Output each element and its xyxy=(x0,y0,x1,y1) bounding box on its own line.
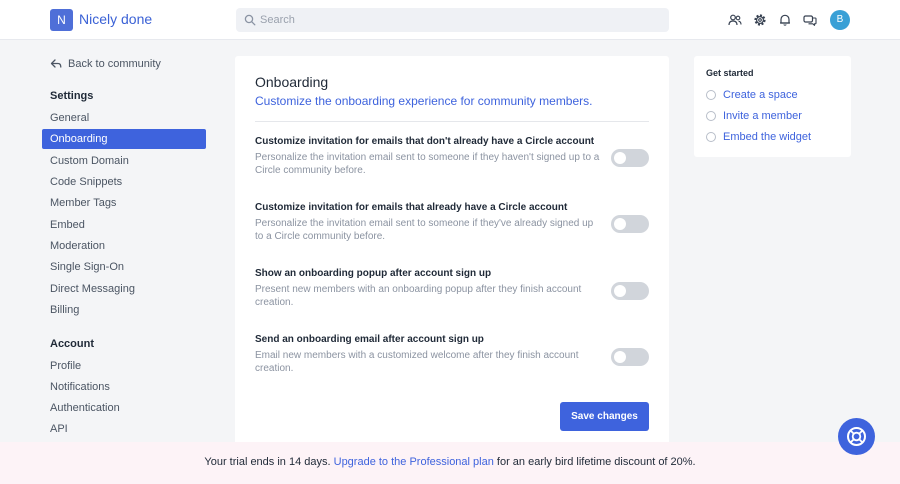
sidebar-item-moderation[interactable]: Moderation xyxy=(42,236,206,256)
onboarding-settings-card: Onboarding Customize the onboarding expe… xyxy=(235,56,669,448)
toggle-knob xyxy=(614,285,626,297)
setting-description: Personalize the invitation email sent to… xyxy=(255,152,600,176)
page-title: Onboarding xyxy=(255,74,329,90)
back-link-label: Back to community xyxy=(68,58,161,70)
checklist-circle-icon xyxy=(706,111,716,121)
sidebar-item-api[interactable]: API xyxy=(42,419,206,439)
trial-discount-text: for an early bird lifetime discount of 2… xyxy=(496,456,696,468)
bell-icon[interactable] xyxy=(778,13,792,27)
settings-heading: Settings xyxy=(50,90,94,102)
chat-icon[interactable] xyxy=(803,13,817,27)
page-subtitle: Customize the onboarding experience for … xyxy=(255,94,593,108)
setting-title: Customize invitation for emails that alr… xyxy=(255,202,568,213)
toggle-onboarding-email[interactable] xyxy=(611,348,649,366)
checklist-circle-icon xyxy=(706,90,716,100)
setting-description: Present new members with an onboarding p… xyxy=(255,284,582,308)
sidebar-item-single-sign-on[interactable]: Single Sign-On xyxy=(42,257,206,277)
sidebar-item-notifications[interactable]: Notifications xyxy=(42,377,206,397)
toggle-knob xyxy=(614,152,626,164)
sidebar-item-billing[interactable]: Billing xyxy=(42,300,206,320)
members-icon[interactable] xyxy=(728,13,742,27)
get-started-create-space[interactable]: Create a space xyxy=(706,89,798,101)
community-name[interactable]: Nicely done xyxy=(79,11,152,27)
trial-text: Your trial ends in 14 days. xyxy=(204,456,331,468)
back-to-community-link[interactable]: Back to community xyxy=(50,58,161,70)
get-started-invite-member[interactable]: Invite a member xyxy=(706,110,802,122)
get-started-embed-widget[interactable]: Embed the widget xyxy=(706,131,811,143)
sidebar-item-custom-domain[interactable]: Custom Domain xyxy=(42,151,206,171)
search-bar[interactable] xyxy=(236,8,669,32)
get-started-title: Get started xyxy=(706,68,754,78)
save-button[interactable]: Save changes xyxy=(560,402,649,431)
sidebar-item-authentication[interactable]: Authentication xyxy=(42,398,206,418)
sidebar-item-onboarding[interactable]: Onboarding xyxy=(42,129,206,149)
sidebar-item-profile[interactable]: Profile xyxy=(42,356,206,376)
sidebar-item-code-snippets[interactable]: Code Snippets xyxy=(42,172,206,192)
sidebar-item-embed[interactable]: Embed xyxy=(42,215,206,235)
back-arrow-icon xyxy=(50,59,62,68)
get-started-item-label: Create a space xyxy=(723,89,798,101)
sidebar-item-direct-messaging[interactable]: Direct Messaging xyxy=(42,279,206,299)
toggle-onboarding-popup[interactable] xyxy=(611,282,649,300)
setting-row: Customize invitation for emails that alr… xyxy=(255,201,600,243)
trial-banner: Your trial ends in 14 days. Upgrade to t… xyxy=(0,442,900,484)
search-icon xyxy=(244,14,256,26)
toggle-knob xyxy=(614,218,626,230)
gear-icon[interactable] xyxy=(753,13,767,27)
toggle-invite-new-email[interactable] xyxy=(611,149,649,167)
setting-row: Customize invitation for emails that don… xyxy=(255,135,600,177)
search-input[interactable] xyxy=(260,8,660,32)
get-started-item-label: Invite a member xyxy=(723,110,802,122)
sidebar-item-member-tags[interactable]: Member Tags xyxy=(42,193,206,213)
get-started-card: Get started Create a space Invite a memb… xyxy=(694,56,851,157)
toggle-knob xyxy=(614,351,626,363)
get-started-item-label: Embed the widget xyxy=(723,131,812,143)
community-logo[interactable]: N xyxy=(50,9,73,31)
setting-description: Email new members with a customized welc… xyxy=(255,350,579,374)
setting-row: Show an onboarding popup after account s… xyxy=(255,267,600,309)
top-bar: N Nicely done B xyxy=(0,0,900,40)
upgrade-link[interactable]: Upgrade to the Professional plan xyxy=(334,456,494,468)
avatar[interactable]: B xyxy=(830,10,850,30)
setting-row: Send an onboarding email after account s… xyxy=(255,333,600,375)
setting-title: Show an onboarding popup after account s… xyxy=(255,268,492,279)
setting-title: Send an onboarding email after account s… xyxy=(255,334,484,345)
divider xyxy=(255,121,649,122)
sidebar-item-general[interactable]: General xyxy=(42,108,206,128)
setting-title: Customize invitation for emails that don… xyxy=(255,136,595,147)
toggle-invite-existing-email[interactable] xyxy=(611,215,649,233)
checklist-circle-icon xyxy=(706,132,716,142)
help-button[interactable] xyxy=(838,418,875,455)
setting-description: Personalize the invitation email sent to… xyxy=(255,218,594,242)
account-heading: Account xyxy=(50,338,94,350)
lifebuoy-icon xyxy=(847,427,866,446)
